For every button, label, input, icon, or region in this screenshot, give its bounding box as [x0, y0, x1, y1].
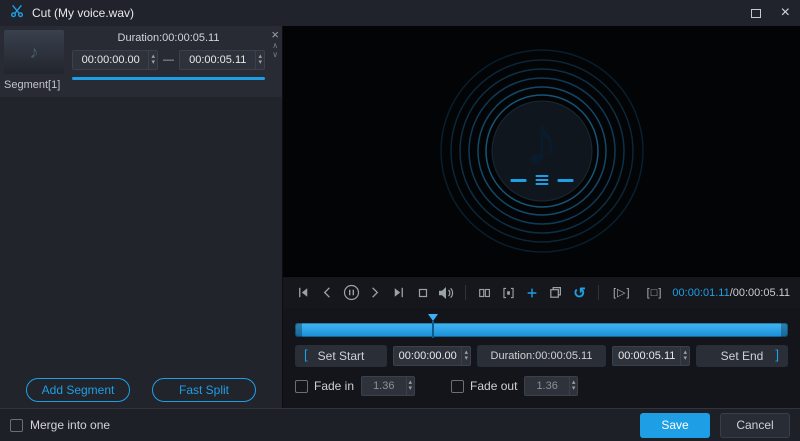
fade-controls-row: Fade in 1.36 ▴ ▾ Fade out 1.36 ▴ ▾ — [295, 376, 788, 396]
playhead-triangle-icon[interactable] — [428, 314, 439, 321]
fade-out-value-input[interactable]: 1.36 ▴ ▾ — [524, 376, 579, 396]
pause-button-icon[interactable] — [341, 284, 362, 302]
fade-in-label: Fade in — [314, 379, 355, 393]
spin-down-icon[interactable]: ▾ — [464, 355, 468, 362]
skip-to-end-icon[interactable] — [388, 284, 409, 302]
trim-controls-row: [ Set Start 00:00:00.00 ▴ ▾ Duration:00:… — [295, 345, 788, 367]
audio-preview: ♪ — [283, 26, 800, 276]
segment-move-up-icon[interactable]: ∧ — [272, 41, 278, 50]
window-title: Cut (My voice.wav) — [32, 6, 135, 20]
fade-out-checkbox[interactable] — [451, 379, 465, 393]
start-bracket-icon: [ — [304, 347, 308, 362]
toolbar-separator — [464, 285, 466, 300]
spin-down-icon[interactable]: ▾ — [683, 355, 687, 362]
cut-dialog-window: Cut (My voice.wav) × ♪ Segment[1] Durati… — [0, 0, 800, 441]
add-segment-button[interactable]: Add Segment — [26, 378, 130, 402]
copy-icon[interactable] — [545, 284, 566, 302]
current-time: 00:00:01.11 — [672, 286, 730, 299]
segment-start-input[interactable]: 00:00:00.00 ▴ ▾ — [72, 50, 158, 70]
set-end-button[interactable]: Set End ] — [696, 345, 788, 367]
segment-end-input[interactable]: 00:00:05.11 ▴ ▾ — [179, 50, 265, 70]
start-time-input[interactable]: 00:00:00.00 ▴ ▾ — [393, 346, 471, 366]
volume-icon[interactable] — [436, 284, 457, 302]
equalizer-dashes — [510, 175, 573, 185]
close-button[interactable]: × — [781, 5, 790, 21]
segment-delete-icon[interactable]: × — [271, 28, 279, 41]
total-time: /00:00:05.11 — [729, 286, 791, 299]
playhead-line — [432, 321, 435, 338]
spin-down-icon[interactable]: ▾ — [409, 385, 413, 392]
titlebar: Cut (My voice.wav) × — [0, 0, 800, 26]
segment-name: Segment[1] — [4, 79, 61, 91]
preview-panel: ♪ ↺ [▷] [□] 00:00:01.11/00:00:05.11 [Se… — [283, 26, 800, 408]
segment-move-down-icon[interactable]: ∨ — [272, 50, 278, 59]
segment-duration-label: Duration:00:00:05.11 — [117, 32, 220, 44]
fade-out-label: Fade out — [470, 379, 518, 393]
time-range-dash: — — [163, 54, 174, 66]
segment-thumbnail[interactable]: ♪ — [4, 30, 64, 74]
segment-list-panel: ♪ Segment[1] Duration:00:00:05.11 00:00:… — [0, 26, 283, 408]
dialog-footer: Merge into one Save Cancel — [0, 408, 800, 441]
fade-in-checkbox[interactable] — [295, 379, 308, 393]
duration-display: Duration:00:00:05.11 — [477, 345, 606, 367]
add-icon[interactable] — [521, 284, 542, 302]
toolbar-separator — [597, 285, 599, 300]
save-button[interactable]: Save — [640, 412, 710, 438]
frame-cut-icon[interactable] — [498, 284, 519, 302]
spin-down-icon[interactable]: ▾ — [258, 59, 262, 66]
step-back-icon[interactable] — [317, 284, 338, 302]
segment-item[interactable]: ♪ Segment[1] Duration:00:00:05.11 00:00:… — [0, 26, 282, 97]
spin-down-icon[interactable]: ▾ — [572, 385, 576, 392]
skip-to-start-icon[interactable] — [293, 284, 314, 302]
fast-split-button[interactable]: Fast Split — [152, 378, 256, 402]
clip-stop-icon[interactable]: [□] — [640, 284, 670, 302]
spin-down-icon[interactable]: ▾ — [151, 59, 155, 66]
merge-into-one-label: Merge into one — [30, 418, 111, 432]
timeline-track[interactable] — [295, 314, 788, 338]
split-segment-icon[interactable] — [474, 284, 495, 302]
fade-in-value-input[interactable]: 1.36 ▴ ▾ — [361, 376, 416, 396]
music-note-icon: ♪ — [29, 41, 39, 62]
cancel-button[interactable]: Cancel — [720, 412, 790, 438]
end-bracket-icon: ] — [775, 347, 779, 362]
set-start-button[interactable]: [ Set Start — [295, 345, 387, 367]
merge-into-one-checkbox[interactable] — [10, 418, 23, 432]
clip-play-icon[interactable]: [▷] — [607, 284, 637, 302]
stop-icon[interactable] — [412, 284, 433, 302]
timeline-selected-range[interactable] — [295, 323, 788, 337]
player-toolbar: ↺ [▷] [□] 00:00:01.11/00:00:05.11 — [283, 276, 800, 308]
maximize-button[interactable] — [750, 8, 761, 18]
playback-time: 00:00:01.11/00:00:05.11 — [672, 287, 790, 299]
end-time-input[interactable]: 00:00:05.11 ▴ ▾ — [612, 346, 690, 366]
music-note-icon: ♪ — [523, 101, 560, 182]
step-forward-icon[interactable] — [364, 284, 385, 302]
scissors-icon — [10, 4, 24, 23]
segment-range-bar[interactable] — [72, 77, 265, 80]
reset-icon[interactable]: ↺ — [569, 284, 590, 302]
